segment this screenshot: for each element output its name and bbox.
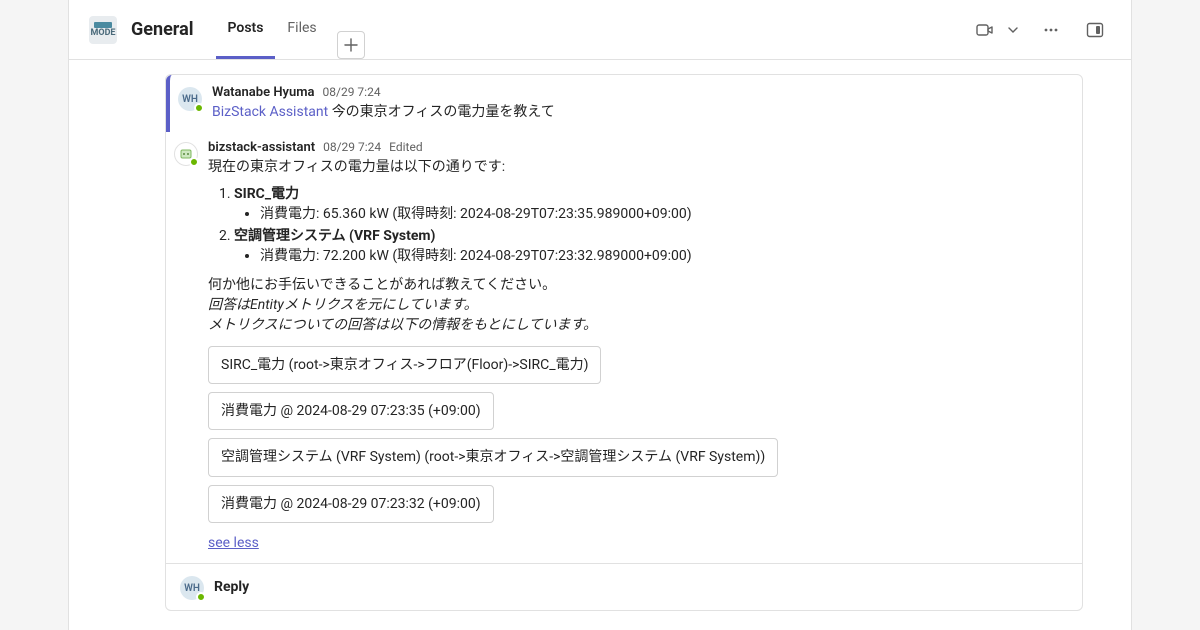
bot-intro: 現在の東京オフィスの電力量は以下の通りです: [208, 157, 1068, 177]
metric-chip[interactable]: 消費電力 @ 2024-08-29 07:23:35 (+09:00) [208, 392, 494, 430]
list-item: SIRC_電力 消費電力: 65.360 kW (取得時刻: 2024-08-2… [234, 184, 1068, 225]
tab-posts[interactable]: Posts [216, 0, 276, 59]
bot-note-2: メトリクスについての回答は以下の情報をもとにしています。 [208, 315, 1068, 335]
add-tab-button[interactable] [337, 31, 365, 59]
metric-chip[interactable]: 消費電力 @ 2024-08-29 07:23:32 (+09:00) [208, 485, 494, 523]
open-pane-button[interactable] [1079, 14, 1111, 46]
metric-chip[interactable]: 空調管理システム (VRF System) (root->東京オフィス->空調管… [208, 438, 778, 476]
metric-chip[interactable]: SIRC_電力 (root->東京オフィス->フロア(Floor)->SIRC_… [208, 346, 601, 384]
item-detail: 消費電力: 72.200 kW (取得時刻: 2024-08-29T07:23:… [260, 246, 1068, 266]
timestamp: 08/29 7:24 [323, 140, 381, 154]
channel-pane: MODE General Posts Files [68, 0, 1132, 630]
presence-available-icon [194, 103, 204, 113]
item-detail: 消費電力: 65.360 kW (取得時刻: 2024-08-29T07:23:… [260, 204, 1068, 224]
more-button[interactable] [1035, 14, 1067, 46]
author-name: Watanabe Hyuma [212, 85, 315, 100]
power-list: SIRC_電力 消費電力: 65.360 kW (取得時刻: 2024-08-2… [208, 184, 1068, 267]
tab-files[interactable]: Files [275, 0, 328, 59]
message-user: WH Watanabe Hyuma 08/29 7:24 BizStack As… [166, 75, 1082, 132]
reply-label[interactable]: Reply [214, 579, 249, 595]
meet-button[interactable] [969, 14, 1001, 46]
meet-dropdown[interactable] [1003, 14, 1023, 46]
reply-row[interactable]: WH Reply [166, 563, 1082, 610]
video-icon [975, 20, 995, 40]
presence-available-icon [189, 157, 199, 167]
bot-note-1: 回答はEntityメトリクスを元にしています。 [208, 295, 1068, 315]
metric-chips: SIRC_電力 (root->東京オフィス->フロア(Floor)->SIRC_… [208, 346, 1068, 523]
tabs-row: Posts Files [216, 0, 365, 59]
avatar [174, 142, 198, 166]
item-name: 空調管理システム (VRF System) [234, 228, 435, 244]
more-icon [1042, 21, 1060, 39]
message-text: BizStack Assistant 今の東京オフィスの電力量を教えて [212, 102, 1068, 122]
messages-area: WH Watanabe Hyuma 08/29 7:24 BizStack As… [69, 60, 1131, 630]
see-less-row: see less [208, 533, 1068, 553]
presence-available-icon [196, 592, 206, 602]
list-item: 空調管理システム (VRF System) 消費電力: 72.200 kW (取… [234, 226, 1068, 267]
avatar: WH [178, 87, 202, 111]
bot-closing: 何か他にお手伝いできることがあれば教えてください。 [208, 275, 1068, 295]
header-actions [969, 14, 1111, 46]
channel-header: MODE General Posts Files [69, 0, 1131, 60]
chevron-down-icon [1008, 25, 1018, 35]
user-text: 今の東京オフィスの電力量を教えて [332, 104, 555, 120]
message-text: 現在の東京オフィスの電力量は以下の通りです: SIRC_電力 消費電力: 65.… [208, 157, 1068, 553]
timestamp: 08/29 7:24 [323, 85, 381, 99]
item-name: SIRC_電力 [234, 186, 299, 202]
edited-label: Edited [389, 140, 422, 154]
see-less-link[interactable]: see less [208, 535, 259, 551]
mention[interactable]: BizStack Assistant [212, 104, 328, 120]
plus-icon [344, 38, 358, 52]
thread-card: WH Watanabe Hyuma 08/29 7:24 BizStack As… [165, 74, 1083, 611]
panel-icon [1085, 20, 1105, 40]
channel-title: General [131, 19, 194, 40]
avatar: WH [180, 576, 204, 600]
channel-avatar: MODE [89, 16, 117, 44]
message-bot: bizstack-assistant 08/29 7:24 Edited 現在の… [166, 132, 1082, 563]
author-name: bizstack-assistant [208, 140, 315, 155]
